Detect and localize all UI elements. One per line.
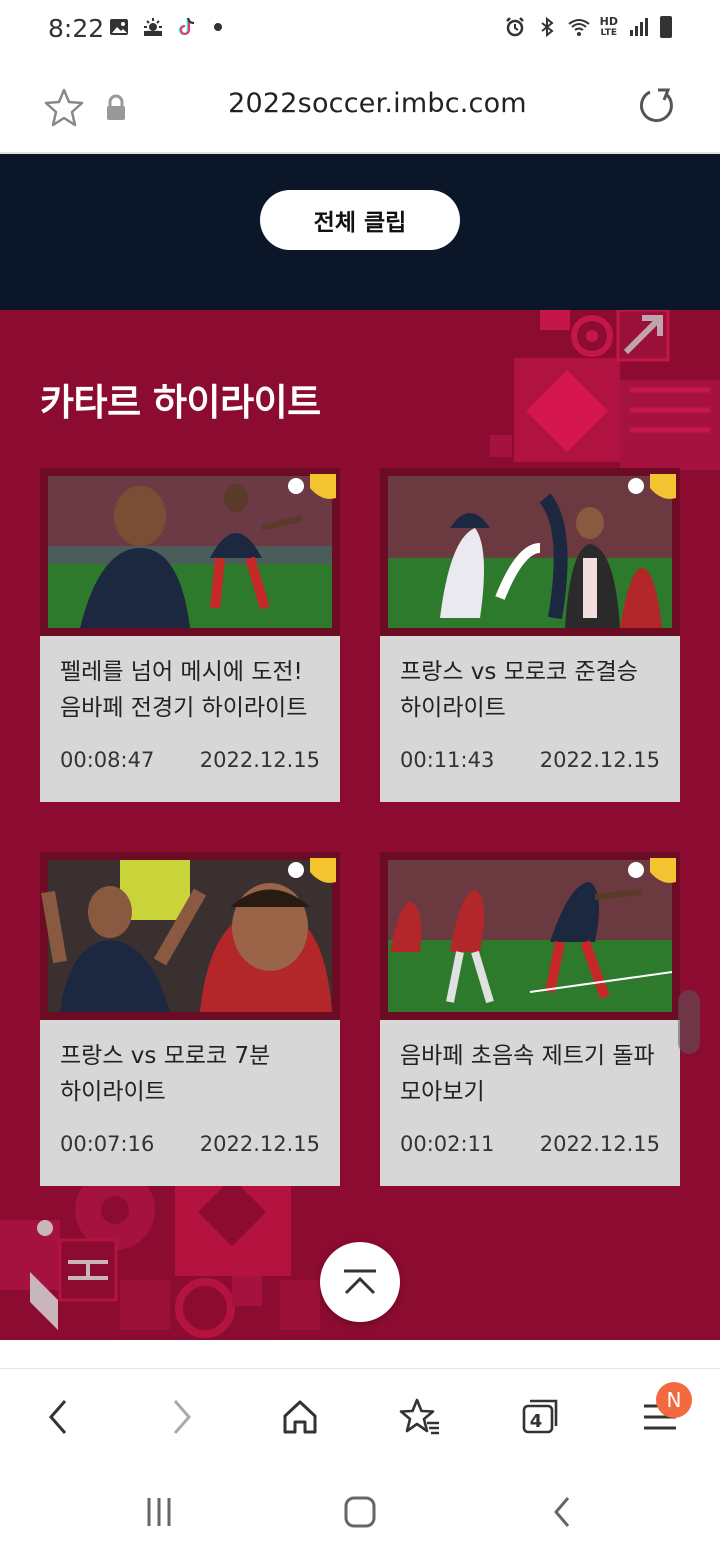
status-left-icons <box>108 16 222 38</box>
signal-icon <box>630 18 648 36</box>
status-right-icons: HD LTE <box>504 16 672 38</box>
video-thumbnail[interactable] <box>380 468 680 636</box>
scroll-handle[interactable] <box>678 990 700 1054</box>
highlight-section: 카타르 하이라이트 펠레를 넘어 메시에 도전! 음바페 전경기 하이라이트 0… <box>0 310 720 1340</box>
home-icon <box>283 1400 317 1434</box>
forward-button[interactable] <box>156 1391 208 1443</box>
status-time: 8:22 <box>48 14 105 43</box>
chevron-right-icon <box>173 1400 191 1434</box>
video-card[interactable]: 음바페 초음속 제트기 돌파 모아보기 00:02:11 2022.12.15 <box>380 852 680 1186</box>
url-text[interactable]: 2022soccer.imbc.com <box>0 88 720 119</box>
video-date: 2022.12.15 <box>539 748 660 772</box>
recent-apps-icon <box>147 1498 171 1526</box>
video-title[interactable]: 음바페 초음속 제트기 돌파 모아보기 <box>400 1038 668 1110</box>
video-duration: 00:11:43 <box>400 748 495 772</box>
weather-icon <box>144 18 162 36</box>
scroll-to-top-button[interactable] <box>320 1242 400 1322</box>
video-title[interactable]: 프랑스 vs 모로코 7분 하이라이트 <box>60 1038 328 1110</box>
recent-apps-button[interactable] <box>134 1490 184 1534</box>
star-list-icon <box>399 1398 439 1435</box>
home-button[interactable] <box>274 1391 326 1443</box>
video-date: 2022.12.15 <box>199 748 320 772</box>
chevron-up-icon <box>344 1269 376 1295</box>
reload-icon[interactable] <box>636 86 676 126</box>
video-thumbnail[interactable] <box>40 852 340 1020</box>
video-title[interactable]: 프랑스 vs 모로코 준결승 하이라이트 <box>400 654 668 726</box>
url-bar: 2022soccer.imbc.com <box>0 60 720 154</box>
video-duration: 00:08:47 <box>60 748 155 772</box>
video-date: 2022.12.15 <box>539 1132 660 1156</box>
video-card[interactable]: 펠레를 넘어 메시에 도전! 음바페 전경기 하이라이트 00:08:47 20… <box>40 468 340 802</box>
alarm-icon <box>505 17 524 37</box>
navy-banner: 전체 클립 <box>0 154 720 310</box>
all-clips-button[interactable]: 전체 클립 <box>260 190 460 250</box>
video-title[interactable]: 펠레를 넘어 메시에 도전! 음바페 전경기 하이라이트 <box>60 654 328 726</box>
video-date: 2022.12.15 <box>199 1132 320 1156</box>
video-duration: 00:02:11 <box>400 1132 495 1156</box>
tiktok-icon <box>178 17 195 36</box>
hd-label: HD <box>599 14 618 28</box>
decorative-pattern-top <box>490 310 720 470</box>
video-thumbnail[interactable] <box>380 852 680 1020</box>
system-back-button[interactable] <box>537 1490 587 1534</box>
image-icon <box>110 19 128 35</box>
home-square-icon <box>344 1496 376 1528</box>
wifi-icon <box>568 19 590 36</box>
dot-icon <box>214 23 222 31</box>
status-bar: 8:22 HD LTE <box>0 0 720 60</box>
section-title: 카타르 하이라이트 <box>40 381 321 424</box>
system-home-button[interactable] <box>335 1490 385 1534</box>
notification-badge: N <box>656 1382 692 1418</box>
lte-label: LTE <box>600 27 618 38</box>
bookmarks-button[interactable] <box>394 1391 446 1443</box>
back-button[interactable] <box>32 1391 84 1443</box>
video-duration: 00:07:16 <box>60 1132 155 1156</box>
back-arrow-icon <box>554 1497 570 1527</box>
video-thumbnail[interactable] <box>40 468 340 636</box>
chevron-left-icon <box>49 1400 67 1434</box>
tabs-button[interactable]: 4 <box>514 1391 566 1443</box>
browser-toolbar: 4 <box>0 1368 720 1464</box>
bluetooth-icon <box>541 16 554 38</box>
battery-icon <box>660 16 672 38</box>
video-card[interactable]: 프랑스 vs 모로코 7분 하이라이트 00:07:16 2022.12.15 <box>40 852 340 1186</box>
video-card[interactable]: 프랑스 vs 모로코 준결승 하이라이트 00:11:43 2022.12.15 <box>380 468 680 802</box>
tab-count: 4 <box>529 1410 543 1432</box>
system-navigation-bar <box>0 1464 720 1560</box>
hd-voice-lte-icon: HD LTE <box>599 14 618 38</box>
